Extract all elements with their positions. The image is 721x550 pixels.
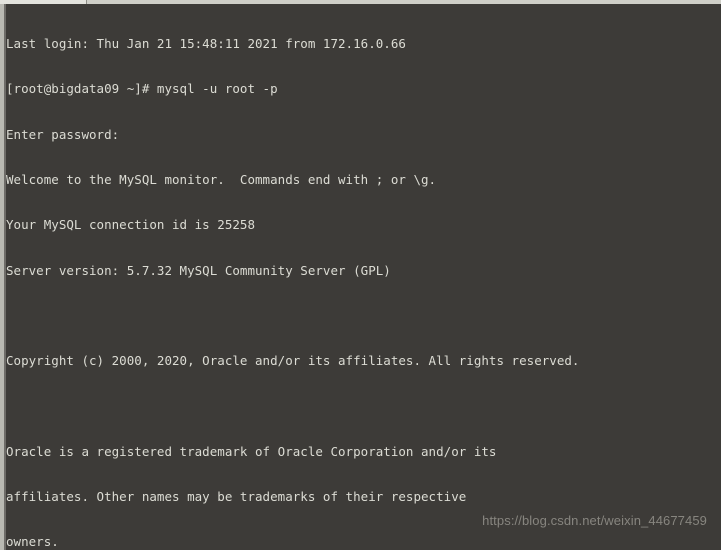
terminal-window: Last login: Thu Jan 21 15:48:11 2021 fro… — [0, 0, 721, 550]
terminal-line: Welcome to the MySQL monitor. Commands e… — [6, 172, 437, 188]
terminal-line: Oracle is a registered trademark of Orac… — [6, 443, 497, 459]
terminal-line: affiliates. Other names may be trademark… — [6, 489, 467, 504]
terminal-line: Last login: Thu Jan 21 15:48:11 2021 fro… — [6, 36, 406, 52]
terminal-line-password-prompt: Enter password: — [6, 126, 120, 142]
terminal-line: Copyright (c) 2000, 2020, Oracle and/or … — [6, 353, 580, 369]
watermark-url: https://blog.csdn.net/weixin_44677459 — [482, 513, 707, 528]
terminal-line: Server version: 5.7.32 MySQL Community S… — [6, 262, 391, 278]
terminal-line-prompt-mysql-login: [root@bigdata09 ~]# mysql -u root -p — [6, 81, 278, 97]
terminal-line: Your MySQL connection id is 25258 — [6, 217, 256, 233]
terminal-line: owners. — [6, 534, 59, 550]
terminal-output[interactable]: Last login: Thu Jan 21 15:48:11 2021 fro… — [6, 4, 721, 550]
